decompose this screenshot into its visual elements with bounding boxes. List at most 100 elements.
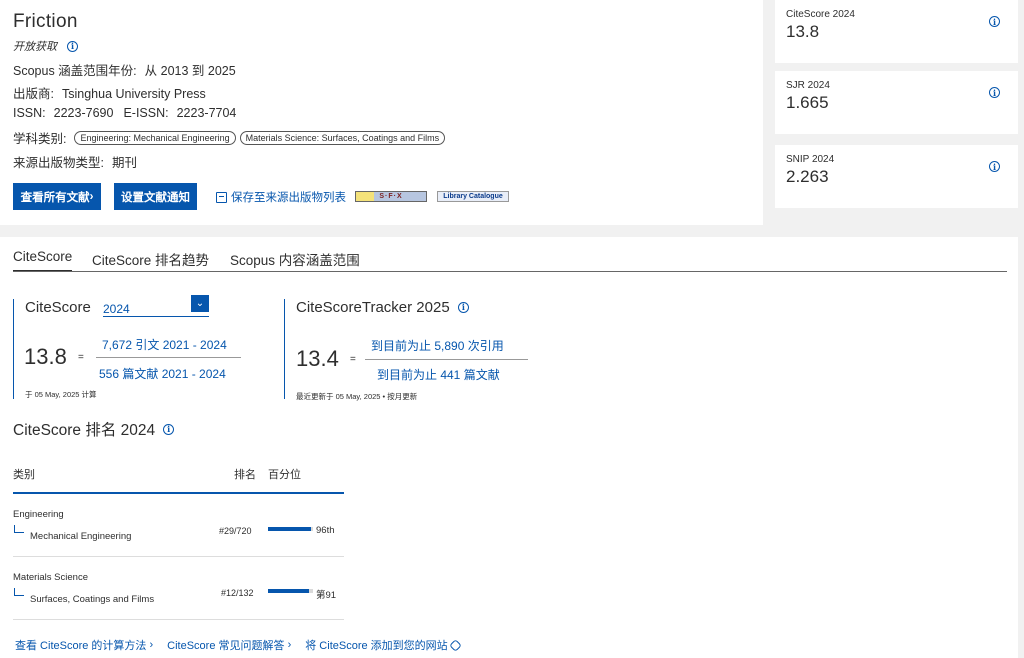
chevron-right-icon: ›	[89, 190, 94, 203]
library-catalogue-link[interactable]: Library Catalogue	[437, 191, 509, 202]
column-header-percentile: 百分位	[268, 469, 301, 481]
subject-line: 学科类别: Engineering: Mechanical Engineering…	[13, 128, 449, 147]
chevron-down-icon: ⌄	[191, 295, 209, 312]
link-label: 查看 CiteScore 的计算方法	[15, 640, 147, 652]
link-label: 将 CiteScore 添加到您的网站	[305, 640, 448, 652]
link-label: CiteScore 常见问题解答	[167, 640, 285, 652]
subcategory-name: Mechanical Engineering	[30, 531, 132, 542]
issn-line: ISSN: 2223-7690 E-ISSN: 2223-7704	[13, 106, 236, 120]
snip-metric-card: SNIP 2024 2.263 i	[775, 145, 1018, 208]
rank-value: #29/720	[219, 526, 252, 536]
tracker-update-note: 最近更新于 05 May, 2025 • 按月更新	[296, 392, 418, 401]
publisher-line: 出版商: Tsinghua University Press	[13, 83, 206, 102]
header-divider	[13, 492, 344, 494]
citescore-title: CiteScore	[25, 299, 91, 316]
metric-value: 1.665	[786, 93, 829, 112]
link-icon	[448, 638, 462, 652]
chevron-right-icon: ›	[146, 639, 154, 651]
citescore-faq-link[interactable]: CiteScore 常见问题解答 ›	[167, 637, 291, 653]
category-name: Engineering	[13, 509, 64, 520]
info-icon[interactable]: i	[163, 423, 175, 435]
row-divider	[13, 619, 344, 620]
journal-info-panel: Friction 开放获取 i Scopus 涵盖范围年份: 从 2013 到 2…	[0, 0, 763, 225]
percentile-label: 96th	[316, 525, 335, 536]
equals-sign: =	[350, 354, 356, 365]
tab-scopus-coverage[interactable]: Scopus 内容涵盖范围	[230, 249, 360, 269]
column-header-rank: 排名	[234, 469, 256, 481]
view-all-label: 查看所有文献	[20, 191, 90, 204]
issn-label: ISSN:	[13, 106, 46, 120]
subject-label: 学科类别:	[13, 132, 67, 146]
citescore-value: 13.8	[24, 344, 67, 369]
save-icon	[216, 191, 227, 203]
save-to-source-list-link[interactable]: 保存至来源出版物列表	[216, 189, 346, 205]
sfx-link[interactable]: S·F·X	[355, 191, 427, 202]
save-list-label: 保存至来源出版物列表	[231, 192, 346, 204]
metric-value: 2.263	[786, 167, 829, 186]
subject-chip[interactable]: Materials Science: Surfaces, Coatings an…	[239, 131, 446, 145]
add-citescore-to-site-link[interactable]: 将 CiteScore 添加到您的网站	[305, 637, 462, 653]
publisher-value: Tsinghua University Press	[61, 87, 206, 101]
source-type-value: 期刊	[111, 156, 137, 170]
percentile-bar	[268, 527, 313, 531]
tracker-denominator-link[interactable]: 到目前为止 441 篇文献	[377, 366, 500, 383]
fraction-line	[365, 359, 528, 360]
tab-citescore-rank-trend[interactable]: CiteScore 排名趋势	[92, 249, 209, 269]
open-access-row: 开放获取 i	[13, 38, 78, 54]
percentile-bar	[268, 589, 313, 593]
tree-branch-icon	[14, 525, 24, 533]
citescore-tracker-box: CiteScoreTracker 2025 i 13.4 = 到目前为止 5,8…	[284, 299, 544, 401]
info-icon[interactable]: i	[989, 87, 1000, 98]
subject-chip[interactable]: Engineering: Mechanical Engineering	[74, 131, 236, 145]
column-header-category: 类别	[13, 469, 35, 481]
sjr-metric-card: SJR 2024 1.665 i	[775, 71, 1018, 134]
year-select-value: 2024	[103, 302, 130, 316]
info-icon[interactable]: i	[457, 301, 469, 313]
ranking-title: CiteScore 排名 2024 i	[13, 418, 175, 440]
tracker-title: CiteScoreTracker 2025 i	[296, 299, 469, 316]
citescore-numerator-link[interactable]: 7,672 引文 2021 - 2024	[102, 336, 227, 353]
chevron-right-icon: ›	[284, 639, 292, 651]
open-access-label: 开放获取	[13, 41, 57, 53]
coverage-line: Scopus 涵盖范围年份: 从 2013 到 2025	[13, 60, 236, 79]
percentile-bar-fill	[268, 527, 312, 531]
tracker-numerator-link[interactable]: 到目前为止 5,890 次引用	[371, 337, 504, 354]
tracker-title-text: CiteScoreTracker 2025	[296, 299, 450, 316]
set-alert-button[interactable]: 设置文献通知	[114, 183, 197, 210]
footer-links: 查看 CiteScore 的计算方法 › CiteScore 常见问题解答 › …	[15, 637, 462, 653]
publisher-label: 出版商:	[13, 87, 54, 101]
info-icon[interactable]: i	[989, 161, 1000, 172]
citescore-box: CiteScore 2024 ⌄ 13.8 = 7,672 引文 2021 - …	[13, 295, 263, 399]
journal-title: Friction	[13, 11, 78, 32]
ranking-title-text: CiteScore 排名 2024	[13, 422, 156, 439]
metric-label: SNIP 2024	[786, 154, 835, 165]
fraction-line	[96, 357, 241, 358]
metric-label: SJR 2024	[786, 80, 830, 91]
source-type-label: 来源出版物类型:	[13, 156, 104, 170]
citescore-panel: CiteScore CiteScore 排名趋势 Scopus 内容涵盖范围 C…	[0, 237, 1018, 658]
eissn-label: E-ISSN:	[123, 106, 169, 120]
tree-branch-icon	[14, 588, 24, 596]
metric-value: 13.8	[786, 22, 820, 41]
category-name: Materials Science	[13, 572, 88, 583]
percentile-bar-fill	[268, 589, 309, 593]
tracker-value: 13.4	[296, 346, 339, 371]
year-select[interactable]: 2024 ⌄	[103, 295, 209, 317]
info-icon[interactable]: i	[989, 16, 1000, 27]
eissn-value: 2223-7704	[176, 106, 237, 120]
info-icon[interactable]: i	[67, 40, 78, 52]
tab-divider	[13, 271, 1007, 272]
citescore-metric-card: CiteScore 2024 13.8 i	[775, 0, 1018, 63]
coverage-label: Scopus 涵盖范围年份:	[13, 64, 137, 78]
tab-citescore[interactable]: CiteScore	[13, 249, 73, 272]
coverage-value: 从 2013 到 2025	[144, 64, 236, 78]
percentile-label: 第91	[316, 590, 337, 601]
calc-date-note: 于 05 May, 2025 计算	[25, 390, 97, 399]
equals-sign: =	[78, 352, 84, 363]
view-all-documents-button[interactable]: 查看所有文献 ›	[13, 183, 101, 210]
issn-value: 2223-7690	[53, 106, 114, 120]
citescore-denominator-link[interactable]: 556 篇文献 2021 - 2024	[99, 365, 226, 382]
how-citescore-calculated-link[interactable]: 查看 CiteScore 的计算方法 ›	[15, 637, 153, 653]
rank-value: #12/132	[221, 588, 254, 598]
set-alert-label: 设置文献通知	[121, 191, 190, 204]
